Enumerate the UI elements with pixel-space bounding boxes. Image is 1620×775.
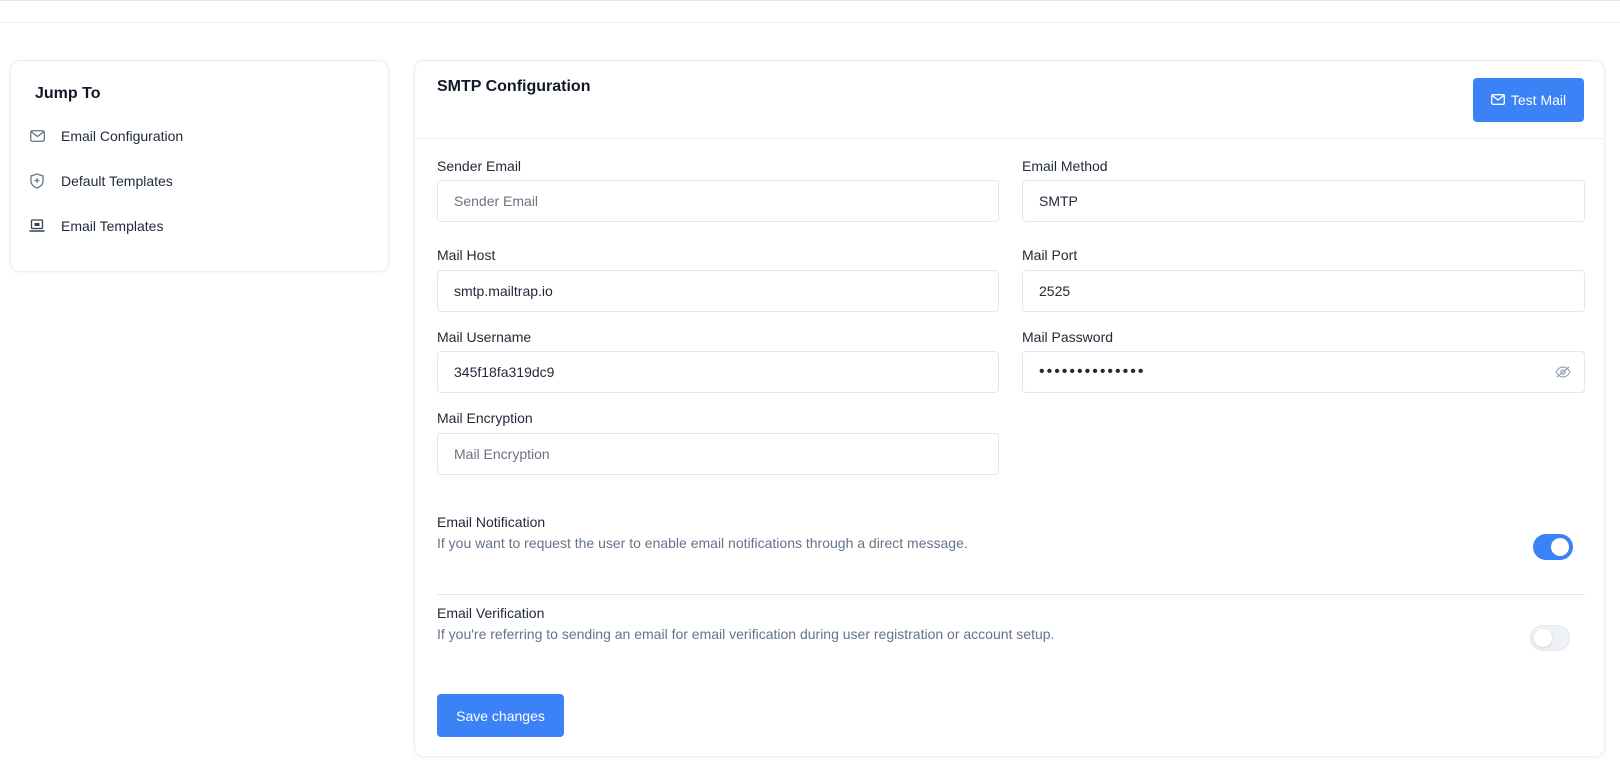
mail-port-label: Mail Port bbox=[1022, 247, 1078, 263]
shield-icon bbox=[29, 173, 45, 189]
mail-username-label: Mail Username bbox=[437, 329, 532, 345]
test-mail-button[interactable]: Test Mail bbox=[1473, 78, 1584, 122]
email-method-label: Email Method bbox=[1022, 158, 1108, 174]
jump-to-title: Jump To bbox=[35, 85, 101, 102]
mail-encryption-input[interactable] bbox=[437, 433, 999, 475]
eye-off-icon[interactable] bbox=[1555, 364, 1571, 380]
email-notification-title: Email Notification bbox=[437, 514, 546, 530]
sidebar-item-email-templates[interactable]: Email Templates bbox=[29, 213, 163, 239]
sidebar-item-label: Default Templates bbox=[61, 173, 173, 189]
envelope-icon bbox=[1490, 92, 1505, 108]
page-title: SMTP Configuration bbox=[437, 78, 591, 95]
sidebar-item-label: Email Configuration bbox=[61, 128, 184, 144]
mail-password-label: Mail Password bbox=[1022, 329, 1114, 345]
top-bar bbox=[0, 0, 1620, 23]
smtp-configuration-card: SMTP Configuration Test Mail Sender Emai… bbox=[414, 60, 1605, 757]
toggle-knob bbox=[1534, 629, 1552, 647]
sidebar-item-default-templates[interactable]: Default Templates bbox=[29, 168, 173, 194]
sender-email-label: Sender Email bbox=[437, 158, 522, 174]
mail-host-label: Mail Host bbox=[437, 247, 496, 263]
email-verification-toggle[interactable] bbox=[1530, 625, 1570, 651]
mail-host-input[interactable] bbox=[437, 270, 999, 312]
mail-port-input[interactable] bbox=[1022, 270, 1585, 312]
email-verification-description: If you're referring to sending an email … bbox=[437, 626, 1055, 642]
email-notification-toggle[interactable] bbox=[1533, 534, 1573, 560]
mail-encryption-label: Mail Encryption bbox=[437, 410, 533, 426]
save-changes-button[interactable]: Save changes bbox=[437, 694, 564, 737]
section-divider bbox=[437, 594, 1585, 595]
envelope-icon bbox=[29, 128, 45, 144]
toggle-knob bbox=[1551, 538, 1569, 556]
mail-password-field bbox=[1022, 351, 1585, 393]
card-header: SMTP Configuration Test Mail bbox=[415, 61, 1604, 139]
mail-password-input[interactable] bbox=[1022, 351, 1585, 393]
email-verification-title: Email Verification bbox=[437, 605, 545, 621]
sender-email-input[interactable] bbox=[437, 180, 999, 222]
mail-username-input[interactable] bbox=[437, 351, 999, 393]
sidebar-item-label: Email Templates bbox=[61, 218, 164, 234]
test-mail-label: Test Mail bbox=[1510, 92, 1567, 108]
sidebar-item-email-configuration[interactable]: Email Configuration bbox=[29, 123, 183, 149]
laptop-icon bbox=[29, 218, 45, 234]
email-notification-description: If you want to request the user to enabl… bbox=[437, 535, 968, 551]
email-method-input[interactable] bbox=[1022, 180, 1585, 222]
jump-to-card: Jump To Email Configuration Default Temp… bbox=[10, 60, 389, 272]
